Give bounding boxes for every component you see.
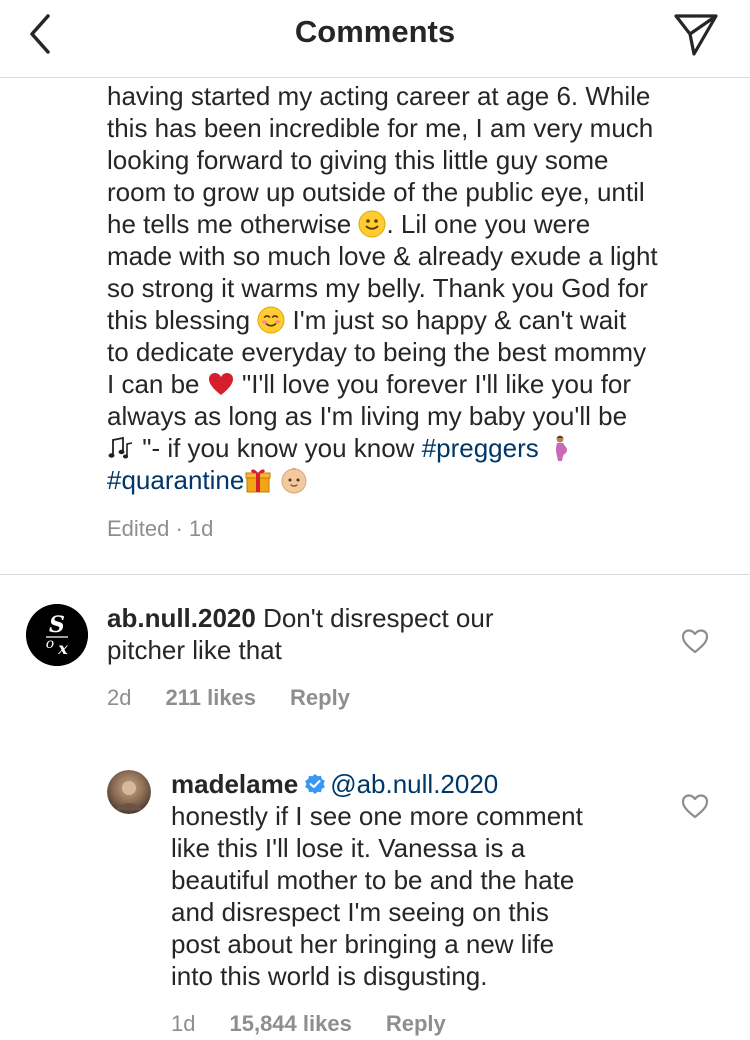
svg-text:o: o: [46, 636, 54, 652]
comment-age: 2d: [107, 685, 132, 710]
post-caption: having started my acting career at age 6…: [107, 80, 732, 496]
caption-text: "I'll love you forever I'll like you for: [234, 369, 632, 399]
caption-line: always as long as I'm living my baby you…: [107, 401, 628, 431]
caption-text: I'm just so happy & can't wait: [285, 305, 627, 335]
caption-line: this blessing I'm just so happy & can't …: [107, 304, 732, 336]
comment-line: like this I'll lose it. Vanessa is a: [171, 833, 526, 863]
caption-line: made with so much love & already exude a…: [107, 241, 658, 271]
caption-text: "- if you know you know: [135, 433, 422, 463]
music-notes-emoji-icon: [107, 434, 135, 462]
sox-logo-avatar-icon: S o x: [26, 604, 88, 666]
comment-line: beautiful mother to be and the hate: [171, 865, 575, 895]
reply-button[interactable]: Reply: [386, 1011, 446, 1037]
comment-body: madelame @ab.null.2020 honestly if I see …: [171, 768, 671, 992]
comment-text: Don't disrespect our: [255, 603, 494, 633]
comment-meta: 2d 211 likes Reply: [107, 685, 384, 711]
comment-line: post about her bringing a new life: [171, 929, 555, 959]
comment-line: into this world is disgusting.: [171, 961, 488, 991]
caption-text: . Lil one you were: [386, 209, 591, 239]
like-button[interactable]: [680, 627, 710, 655]
hashtag-quarantine[interactable]: #quarantine: [107, 465, 244, 495]
caption-line: so strong it warms my belly. Thank you G…: [107, 273, 648, 303]
pregnant-woman-emoji-icon: [546, 434, 574, 462]
comment-likes[interactable]: 15,844 likes: [229, 1011, 351, 1037]
caption-line: looking forward to giving this little gu…: [107, 145, 609, 175]
comment-line: honestly if I see one more comment: [171, 801, 583, 831]
profile-photo-icon: [107, 770, 151, 814]
caption-text: he tells me otherwise: [107, 209, 359, 239]
heart-outline-icon: [681, 794, 709, 819]
svg-text:x: x: [57, 639, 68, 658]
caption-line: #quarantine: [107, 464, 732, 496]
caption-text: this blessing: [107, 305, 258, 335]
red-heart-emoji-icon: [207, 370, 235, 398]
mention-link[interactable]: @ab.null.2020: [330, 769, 498, 799]
caption-line: "- if you know you know #preggers: [107, 432, 732, 464]
comment-likes[interactable]: 211 likes: [165, 685, 256, 711]
page-title: Comments: [294, 14, 456, 49]
caption-line: having started my acting career at age 6…: [107, 81, 651, 111]
comment-line: madelame @ab.null.2020: [171, 768, 671, 800]
comment-line: pitcher like that: [107, 635, 282, 665]
caption-line: he tells me otherwise . Lil one you were: [107, 208, 732, 240]
caption-line: room to grow up outside of the public ey…: [107, 177, 645, 207]
share-button[interactable]: [672, 10, 720, 58]
blush-smile-emoji-icon: [257, 306, 285, 334]
heart-outline-icon: [681, 629, 709, 654]
avatar[interactable]: [107, 770, 151, 814]
gift-emoji-icon: [244, 466, 272, 494]
verified-badge-icon: [304, 770, 326, 794]
comment-line: ab.null.2020 Don't disrespect our: [107, 602, 667, 634]
caption-edited-timestamp: Edited · 1d: [107, 516, 214, 541]
baby-emoji-icon: [280, 466, 308, 494]
caption-text: I can be: [107, 369, 207, 399]
comment-username[interactable]: madelame: [171, 769, 298, 799]
paper-plane-icon: [674, 14, 718, 56]
comment-age: 1d: [171, 1011, 196, 1036]
hashtag-preggers[interactable]: #preggers: [422, 433, 539, 463]
divider: [0, 574, 750, 575]
slight-smile-emoji-icon: [358, 210, 386, 238]
caption-line: I can be "I'll love you forever I'll lik…: [107, 368, 732, 400]
comments-header: Comments: [0, 0, 750, 78]
reply-button[interactable]: Reply: [290, 685, 350, 711]
svg-text:S: S: [49, 612, 65, 638]
like-button[interactable]: [680, 792, 710, 820]
caption-line: to dedicate everyday to being the best m…: [107, 337, 647, 367]
comment-line: and disrespect I'm seeing on this: [171, 897, 549, 927]
caption-line: this has been incredible for me, I am ve…: [107, 113, 654, 143]
avatar[interactable]: S o x: [26, 604, 88, 666]
comment-username[interactable]: ab.null.2020: [107, 603, 256, 633]
comment-meta: 1d 15,844 likes Reply: [171, 1011, 480, 1037]
comment-body: ab.null.2020 Don't disrespect our pitche…: [107, 602, 667, 666]
